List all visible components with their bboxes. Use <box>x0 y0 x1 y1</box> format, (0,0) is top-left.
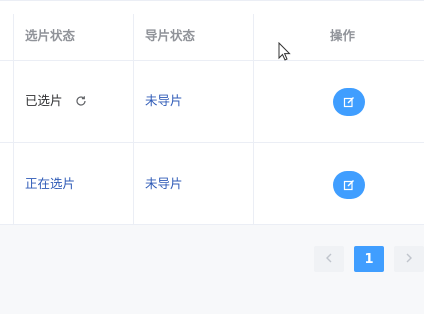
selection-status-text: 已选片 <box>25 93 63 108</box>
selection-status-cell: 正在选片 <box>25 176 76 191</box>
row-divider <box>0 60 424 61</box>
chevron-left-icon <box>325 252 333 267</box>
edit-icon <box>343 176 355 195</box>
prev-page-button[interactable] <box>314 246 344 272</box>
header-guide-status: 导片状态 <box>145 28 196 43</box>
column-divider <box>133 14 134 225</box>
guide-status-cell: 未导片 <box>145 93 183 108</box>
page-number-current[interactable]: 1 <box>354 246 384 272</box>
header-actions: 操作 <box>330 28 356 43</box>
row-divider <box>0 142 424 143</box>
row-divider <box>0 224 424 225</box>
column-divider <box>13 14 14 225</box>
mouse-cursor-icon <box>278 41 292 66</box>
data-table: 选片状态 导片状态 操作 已选片 未导片 正在选片 未导片 <box>0 0 424 225</box>
edit-button[interactable] <box>333 88 365 116</box>
refresh-icon[interactable] <box>75 94 87 112</box>
header-selection-status: 选片状态 <box>25 28 76 43</box>
chevron-right-icon <box>405 252 413 267</box>
guide-status-cell: 未导片 <box>145 176 183 191</box>
edit-button[interactable] <box>333 171 365 199</box>
edit-icon <box>343 93 355 112</box>
selection-status-cell: 已选片 <box>25 92 87 112</box>
column-divider <box>253 14 254 225</box>
next-page-button[interactable] <box>394 246 424 272</box>
